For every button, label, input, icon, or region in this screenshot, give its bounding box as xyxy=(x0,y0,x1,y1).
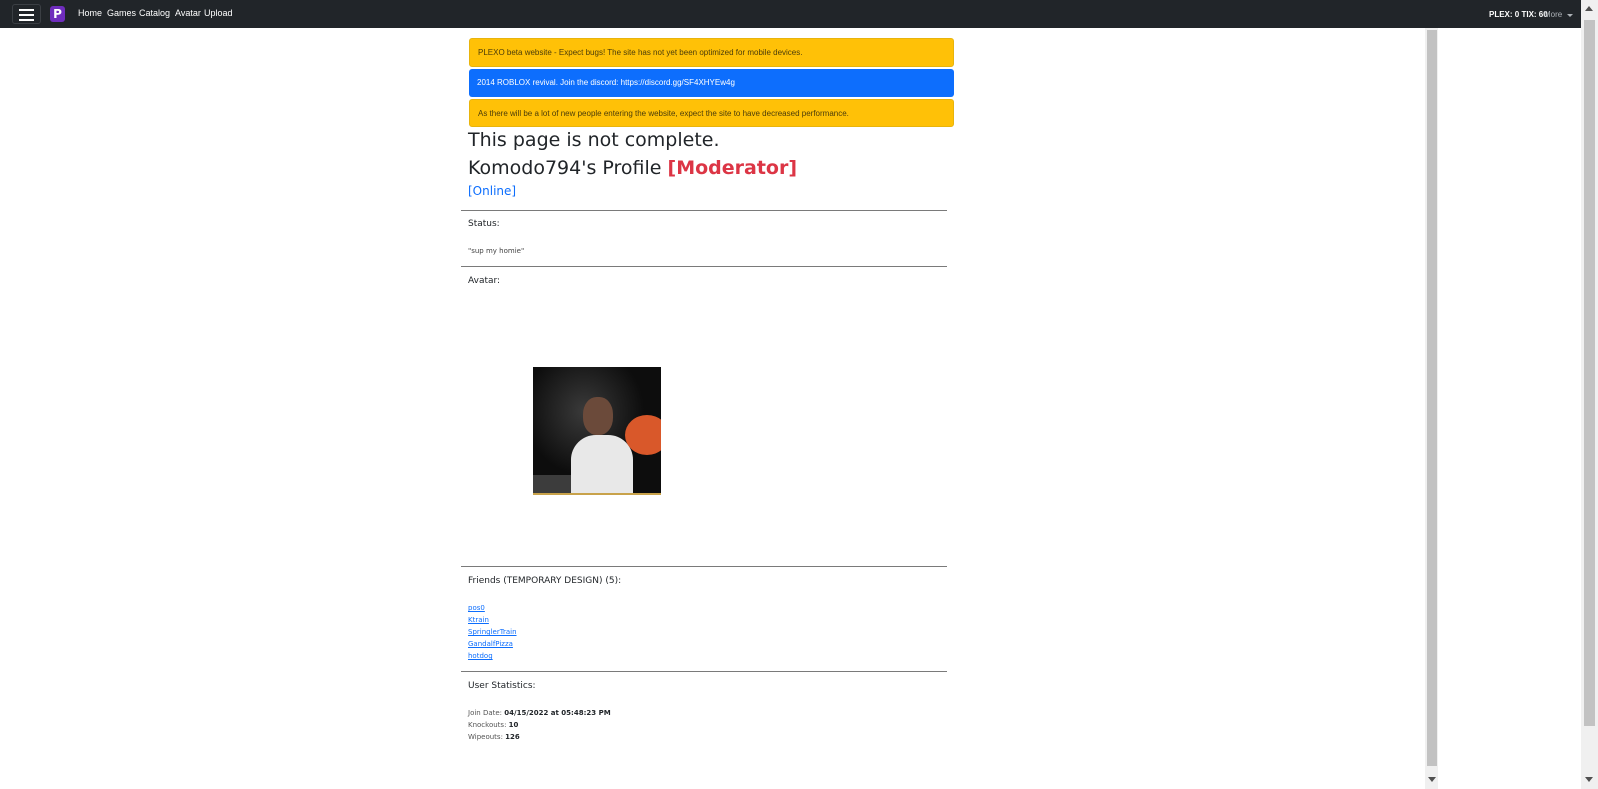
stats-heading: User Statistics: xyxy=(468,681,536,691)
friend-link[interactable]: pos0 xyxy=(468,604,485,612)
divider xyxy=(461,266,947,267)
friend-link[interactable]: SpringlerTrain xyxy=(468,628,517,636)
friend-link[interactable]: hotdog xyxy=(468,652,493,660)
role-badge: [Moderator] xyxy=(667,157,798,179)
divider xyxy=(461,671,947,672)
friend-link[interactable]: Ktrain xyxy=(468,616,489,624)
incomplete-notice: This page is not complete. xyxy=(468,129,720,151)
friends-heading: Friends (TEMPORARY DESIGN) (5): xyxy=(468,576,622,586)
alert-performance-warning: As there will be a lot of new people ent… xyxy=(469,99,954,127)
nav-games-link[interactable]: Games xyxy=(107,8,136,18)
top-navbar: P Home Games Catalog Avatar Upload PLEX:… xyxy=(0,0,1598,28)
profile-title: Komodo794's Profile xyxy=(468,157,662,179)
friend-link[interactable]: GandalfPizza xyxy=(468,640,513,648)
nav-home-link[interactable]: Home xyxy=(78,8,102,18)
nav-avatar-link[interactable]: Avatar xyxy=(175,8,201,18)
avatar-heading: Avatar: xyxy=(468,276,501,286)
page-scrollbar-thumb[interactable] xyxy=(1584,20,1595,726)
menu-icon[interactable] xyxy=(12,4,41,24)
site-logo[interactable]: P xyxy=(50,6,65,22)
nav-catalog-link[interactable]: Catalog xyxy=(139,8,170,18)
chevron-down-icon[interactable] xyxy=(1567,14,1573,17)
divider xyxy=(461,210,947,211)
more-dropdown[interactable]: More xyxy=(1544,10,1562,19)
currency-balance: PLEX: 0 TIX: 60 xyxy=(1489,10,1548,19)
scroll-down-icon[interactable] xyxy=(1428,777,1436,782)
avatar-image xyxy=(533,367,661,495)
status-heading: Status: xyxy=(468,219,500,229)
status-text: "sup my homie" xyxy=(468,247,525,255)
alert-discord-info: 2014 ROBLOX revival. Join the discord: h… xyxy=(469,69,954,97)
nav-upload-link[interactable]: Upload xyxy=(204,8,233,18)
stat-knockouts: Knockouts: 10 xyxy=(468,721,519,729)
scroll-up-icon[interactable] xyxy=(1585,6,1593,11)
alert-beta-warning: PLEXO beta website - Expect bugs! The si… xyxy=(469,38,954,67)
stat-wipeouts: Wipeouts: 126 xyxy=(468,733,520,741)
stat-join-date: Join Date: 04/15/2022 at 05:48:23 PM xyxy=(468,709,611,717)
divider xyxy=(461,566,947,567)
online-status: [Online] xyxy=(468,184,517,198)
content-scrollbar-thumb[interactable] xyxy=(1427,30,1437,766)
page-title: Komodo794's Profile [Moderator] xyxy=(468,157,797,179)
scroll-down-icon[interactable] xyxy=(1585,777,1593,782)
